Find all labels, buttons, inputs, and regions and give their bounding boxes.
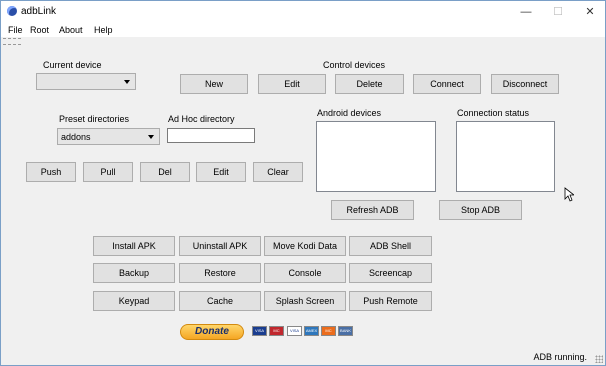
cache-button[interactable]: Cache bbox=[179, 291, 261, 311]
adhoc-directory-input[interactable] bbox=[167, 128, 255, 143]
preset-directory-value: addons bbox=[61, 132, 91, 142]
menu-bar: File Root About Help bbox=[1, 23, 605, 37]
current-device-label: Current device bbox=[43, 60, 102, 70]
close-button[interactable]: ✕ bbox=[575, 3, 605, 21]
push-remote-button[interactable]: Push Remote bbox=[349, 291, 432, 311]
adb-shell-button[interactable]: ADB Shell bbox=[349, 236, 432, 256]
tearoff-handle[interactable] bbox=[3, 38, 21, 45]
edit-device-button[interactable]: Edit bbox=[258, 74, 326, 94]
edit-directory-button[interactable]: Edit bbox=[196, 162, 246, 182]
app-icon bbox=[7, 6, 17, 16]
visa-white-card-icon: VISA bbox=[287, 326, 302, 336]
menu-root[interactable]: Root bbox=[30, 25, 49, 35]
keypad-button[interactable]: Keypad bbox=[93, 291, 175, 311]
discover-card-icon: MC bbox=[321, 326, 336, 336]
app-window: adbLink — ☐ ✕ File Root About Help Curre… bbox=[0, 0, 606, 366]
del-button[interactable]: Del bbox=[140, 162, 190, 182]
android-devices-label: Android devices bbox=[317, 108, 382, 118]
push-button[interactable]: Push bbox=[26, 162, 76, 182]
install-apk-button[interactable]: Install APK bbox=[93, 236, 175, 256]
chevron-down-icon bbox=[148, 135, 154, 139]
amex-card-icon: AMEX bbox=[304, 326, 319, 336]
connection-status-list[interactable] bbox=[456, 121, 555, 192]
disconnect-button[interactable]: Disconnect bbox=[491, 74, 559, 94]
donate-button[interactable]: Donate bbox=[180, 324, 244, 340]
resize-grip-icon[interactable] bbox=[595, 355, 603, 363]
current-device-select[interactable] bbox=[36, 73, 136, 90]
bank-card-icon: BANK bbox=[338, 326, 353, 336]
connect-button[interactable]: Connect bbox=[413, 74, 481, 94]
menu-help[interactable]: Help bbox=[94, 25, 113, 35]
visa-card-icon: VISA bbox=[252, 326, 267, 336]
android-devices-list[interactable] bbox=[316, 121, 436, 192]
connection-status-label: Connection status bbox=[457, 108, 530, 118]
move-kodi-data-button[interactable]: Move Kodi Data bbox=[264, 236, 346, 256]
refresh-adb-button[interactable]: Refresh ADB bbox=[331, 200, 414, 220]
stop-adb-button[interactable]: Stop ADB bbox=[439, 200, 522, 220]
title-bar: adbLink — ☐ ✕ bbox=[1, 1, 605, 23]
backup-button[interactable]: Backup bbox=[93, 263, 175, 283]
status-text: ADB running. bbox=[533, 352, 587, 362]
console-button[interactable]: Console bbox=[264, 263, 346, 283]
pull-button[interactable]: Pull bbox=[83, 162, 133, 182]
screencap-button[interactable]: Screencap bbox=[349, 263, 432, 283]
maximize-button[interactable]: ☐ bbox=[543, 3, 573, 21]
preset-directory-select[interactable]: addons bbox=[57, 128, 160, 145]
status-bar: ADB running. bbox=[1, 349, 605, 365]
chevron-down-icon bbox=[124, 80, 130, 84]
minimize-button[interactable]: — bbox=[511, 3, 541, 21]
control-devices-label: Control devices bbox=[323, 60, 386, 70]
mastercard-card-icon: MC bbox=[269, 326, 284, 336]
delete-device-button[interactable]: Delete bbox=[335, 74, 404, 94]
menu-about[interactable]: About bbox=[59, 25, 83, 35]
clear-button[interactable]: Clear bbox=[253, 162, 303, 182]
preset-directories-label: Preset directories bbox=[59, 114, 130, 124]
menu-file[interactable]: File bbox=[8, 25, 23, 35]
uninstall-apk-button[interactable]: Uninstall APK bbox=[179, 236, 261, 256]
mouse-cursor-icon bbox=[564, 187, 574, 202]
restore-button[interactable]: Restore bbox=[179, 263, 261, 283]
adhoc-directory-label: Ad Hoc directory bbox=[168, 114, 235, 124]
window-title: adbLink bbox=[21, 6, 57, 17]
new-device-button[interactable]: New bbox=[180, 74, 248, 94]
splash-screen-button[interactable]: Splash Screen bbox=[264, 291, 346, 311]
